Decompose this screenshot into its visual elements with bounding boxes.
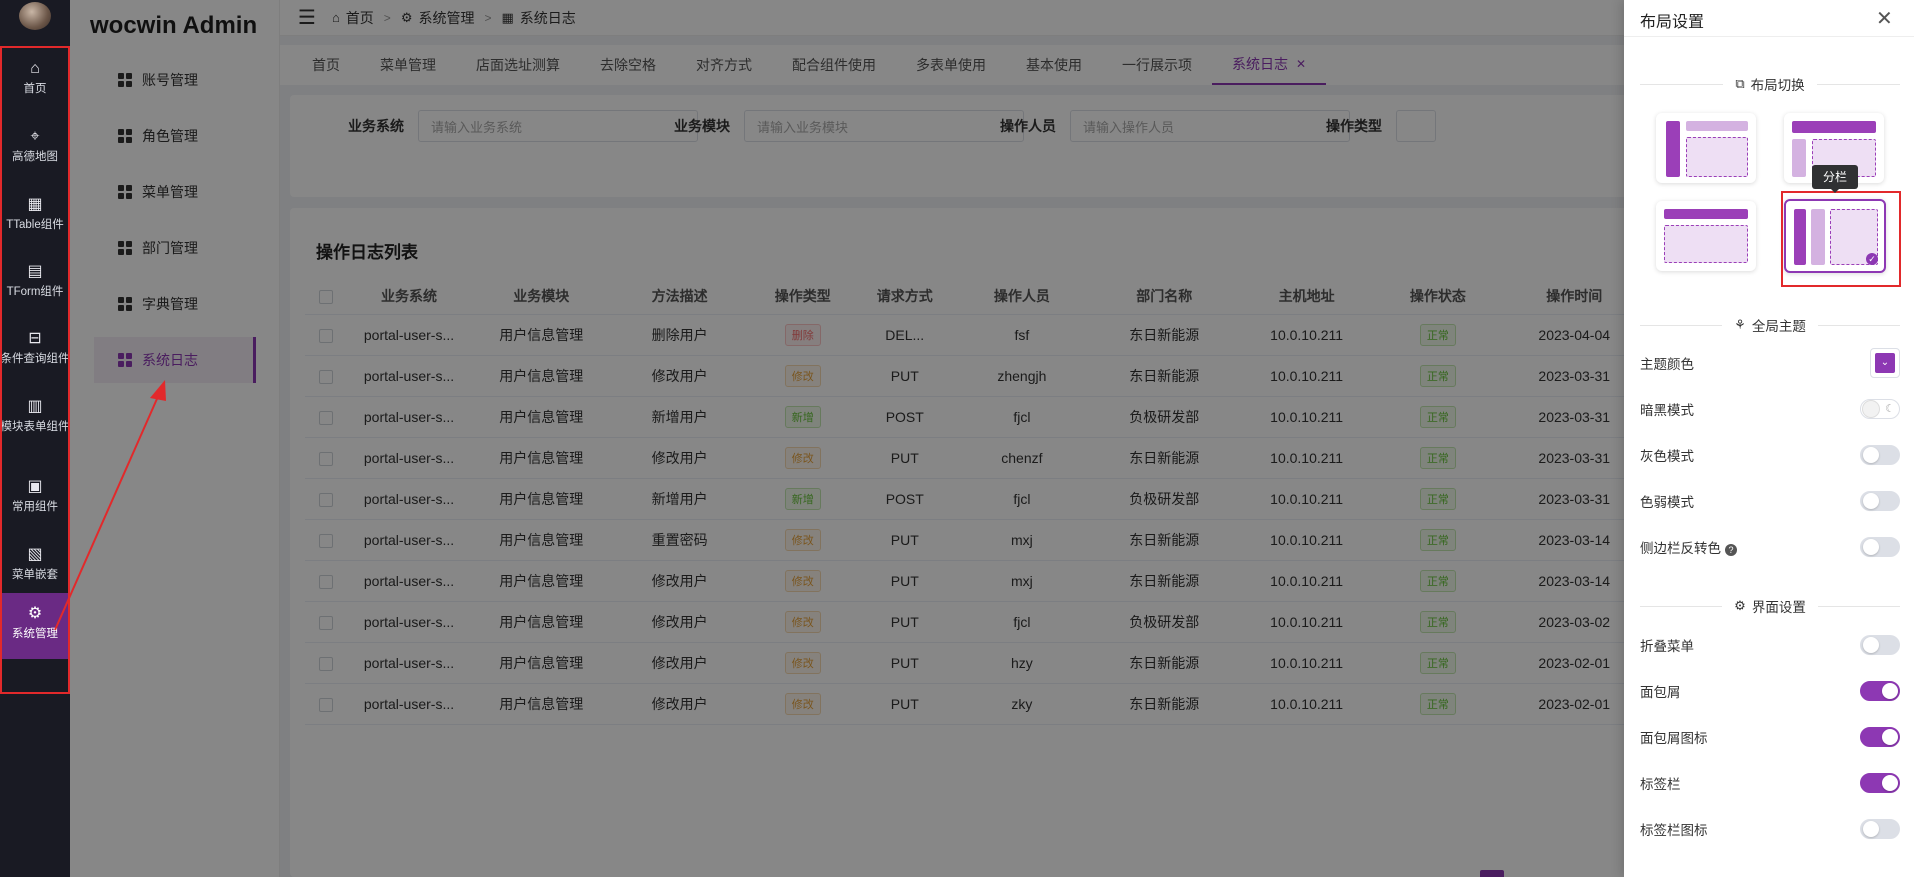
setting-label-text: 标签栏图标 (1640, 823, 1708, 838)
divider (1624, 36, 1914, 37)
section-label: 布局切换 (1750, 78, 1805, 93)
moon-icon: ☾ (1885, 403, 1895, 415)
setting-label: 标签栏 (1640, 773, 1681, 793)
close-icon[interactable]: ✕ (1876, 6, 1893, 31)
setting-row: 折叠菜单 (1640, 632, 1900, 658)
setting-row: 面包屑 (1640, 678, 1900, 704)
setting-label-text: 侧边栏反转色 (1640, 541, 1721, 556)
toggle-switch[interactable] (1860, 491, 1900, 511)
toggle-switch[interactable] (1860, 537, 1900, 557)
toggle-switch[interactable] (1860, 727, 1900, 747)
chevron-down-icon: ⌄ (1875, 353, 1895, 373)
setting-label: 面包屑图标 (1640, 727, 1708, 747)
avatar[interactable] (19, 2, 51, 30)
tooltip: 分栏 (1812, 165, 1858, 193)
gear-icon: ⚙ (1734, 598, 1746, 613)
annotation-box-rail (0, 46, 70, 694)
toggle-switch[interactable] (1860, 445, 1900, 465)
theme-color-picker[interactable]: ⌄ (1870, 348, 1900, 378)
modal-overlay[interactable] (70, 0, 1624, 877)
setting-label-text: 标签栏 (1640, 777, 1681, 792)
row-label: 主题颜色 (1640, 357, 1694, 372)
setting-row: 暗黑模式 ☾ (1640, 396, 1900, 422)
setting-label-text: 面包屑 (1640, 685, 1681, 700)
drawer-title: 布局设置 (1640, 14, 1705, 31)
annotation-box-layout (1781, 191, 1901, 287)
setting-label: 灰色模式 (1640, 445, 1694, 465)
theme-color-row: 主题颜色 ⌄ (1640, 348, 1900, 378)
help-icon[interactable]: ? (1725, 544, 1737, 556)
setting-label: 标签栏图标 (1640, 819, 1708, 839)
toggle-switch[interactable] (1860, 635, 1900, 655)
setting-label-text: 面包屑图标 (1640, 731, 1708, 746)
toggle-switch[interactable]: ☾ (1860, 399, 1900, 419)
setting-row: 色弱模式 (1640, 488, 1900, 514)
section-interface: ⚙ 界面设置 (1640, 596, 1900, 616)
section-label: 界面设置 (1751, 600, 1806, 615)
section-label: 全局主题 (1751, 319, 1806, 334)
icon-rail: ⌂ 首页 ⌖ 高德地图 ▦ TTable组件 ▤ TForm组件 ⊟ 条件查询组件 ▥ 模块表单组件 ▣… (0, 0, 70, 877)
layout-icon: ⧉ (1735, 76, 1745, 91)
setting-row: 标签栏 (1640, 770, 1900, 796)
setting-row: 面包屑图标 (1640, 724, 1900, 750)
layout-vertical[interactable] (1656, 113, 1756, 183)
setting-label: 侧边栏反转色? (1640, 537, 1737, 557)
setting-label: 面包屑 (1640, 681, 1681, 701)
setting-row: 标签栏图标 (1640, 816, 1900, 842)
layout-transverse[interactable] (1656, 201, 1756, 271)
brush-icon: ⚘ (1734, 317, 1746, 332)
toggle-switch[interactable] (1860, 681, 1900, 701)
setting-row: 侧边栏反转色? (1640, 534, 1900, 560)
section-layout: ⧉ 布局切换 (1640, 74, 1900, 94)
setting-label: 色弱模式 (1640, 491, 1694, 511)
section-theme: ⚘ 全局主题 (1640, 315, 1900, 335)
toggle-switch[interactable] (1860, 819, 1900, 839)
setting-label-text: 色弱模式 (1640, 495, 1694, 510)
setting-label: 暗黑模式 (1640, 399, 1694, 419)
setting-label-text: 暗黑模式 (1640, 403, 1694, 418)
setting-label-text: 折叠菜单 (1640, 639, 1694, 654)
setting-label-text: 灰色模式 (1640, 449, 1694, 464)
toggle-switch[interactable] (1860, 773, 1900, 793)
layout-settings-drawer: 布局设置 ✕ ⧉ 布局切换 ✓ ⚘ 全局主题 主题颜色 ⌄ 暗黑模式 ☾ 灰色模式 色弱模… (1624, 0, 1914, 877)
setting-row: 灰色模式 (1640, 442, 1900, 468)
setting-label: 折叠菜单 (1640, 635, 1694, 655)
